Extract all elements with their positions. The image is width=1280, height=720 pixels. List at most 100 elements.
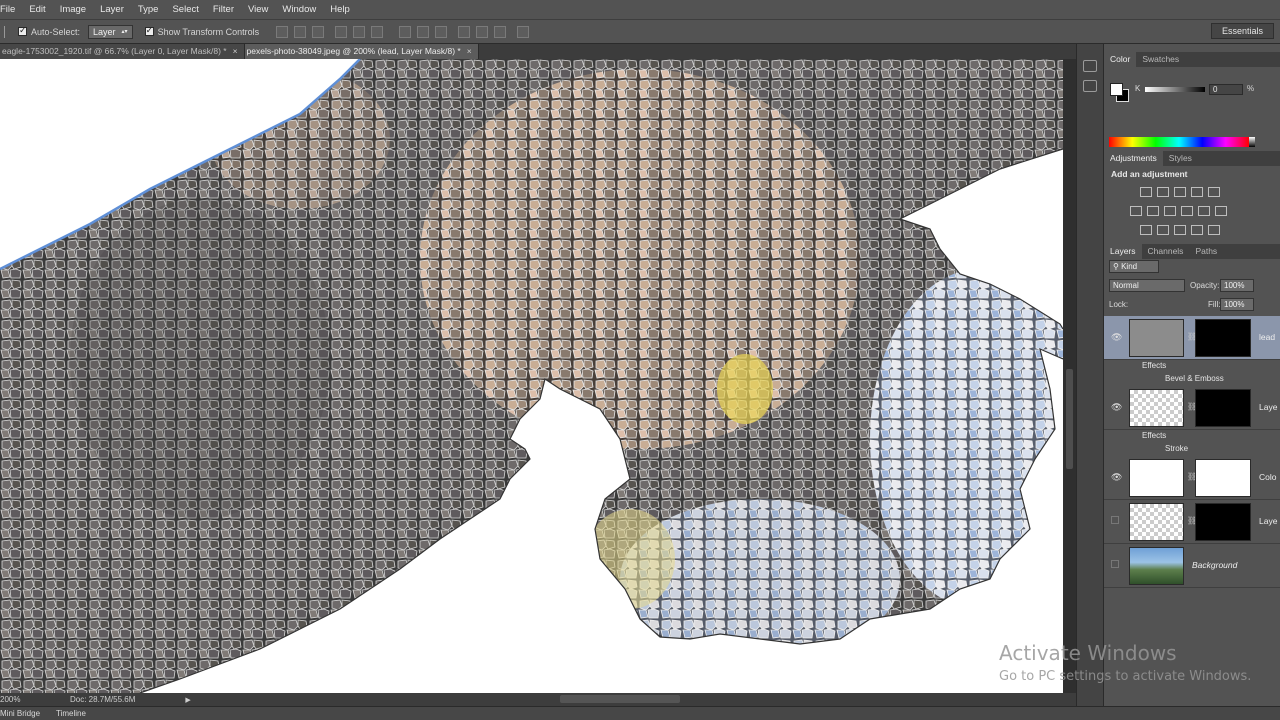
align-top-icon[interactable] [276,25,289,38]
tab-mini-bridge[interactable]: Mini Bridge [0,709,48,718]
align-vcenter-icon[interactable] [294,25,307,38]
menu-view[interactable]: View [241,0,275,19]
layer-mask-thumbnail[interactable] [1195,459,1251,497]
visibility-toggle[interactable] [1111,516,1119,524]
tab-swatches[interactable]: Swatches [1136,52,1185,67]
layer-name[interactable]: Background [1192,560,1237,570]
workspace-switcher[interactable]: Essentials [1210,23,1274,39]
visibility-toggle[interactable] [1111,560,1119,568]
tab-channels[interactable]: Channels [1142,244,1190,259]
distribute-buttons [396,25,532,38]
opacity-field[interactable]: 100% [1220,279,1254,292]
align-right-icon[interactable] [371,25,384,38]
hue-saturation-icon[interactable] [1130,206,1142,216]
eye-icon[interactable]: 👁 [1111,472,1122,482]
tab-timeline[interactable]: Timeline [48,709,94,718]
close-icon[interactable]: × [233,46,238,56]
layer-name[interactable]: Laye [1259,516,1277,526]
tab-adjustments[interactable]: Adjustments [1104,151,1163,166]
layer-row-layer-hidden[interactable]: ⛓ Laye [1104,500,1280,544]
move-tool-icon[interactable] [4,25,12,38]
layer-row-background[interactable]: Background [1104,544,1280,588]
align-bottom-icon[interactable] [312,25,325,38]
layer-mask-thumbnail[interactable] [1195,319,1251,357]
scrollbar-thumb[interactable] [1066,369,1073,469]
show-transform-label: Show Transform Controls [157,26,260,37]
menu-filter[interactable]: Filter [206,0,241,19]
history-icon[interactable] [1083,60,1097,72]
photo-filter-icon[interactable] [1181,206,1193,216]
color-balance-icon[interactable] [1147,206,1159,216]
horizontal-scrollbar-thumb[interactable] [560,695,680,703]
layer-row-color-fill[interactable]: 👁 ⛓ Colo [1104,456,1280,500]
zoom-level[interactable]: 200% [0,695,70,704]
menu-select[interactable]: Select [165,0,205,19]
tab-styles[interactable]: Styles [1163,151,1198,166]
show-transform-checkbox[interactable] [144,25,154,36]
layer-row-lead[interactable]: 👁 ⛓ lead [1104,316,1280,360]
align-buttons [273,25,386,38]
layer-row-layer[interactable]: 👁 ⛓ Laye [1104,386,1280,430]
properties-icon[interactable] [1083,80,1097,92]
gradient-map-icon[interactable] [1208,225,1220,235]
distribute-bottom-icon[interactable] [435,25,448,38]
layer-name[interactable]: Colo [1259,472,1276,482]
status-menu-arrow-icon[interactable]: ▶ [185,696,190,704]
vibrance-icon[interactable] [1208,187,1220,197]
invert-icon[interactable] [1140,225,1152,235]
exposure-icon[interactable] [1191,187,1203,197]
k-value-field[interactable]: 0 [1209,84,1243,95]
layer-name[interactable]: lead [1259,332,1275,342]
fill-field[interactable]: 100% [1220,298,1254,311]
blend-mode-dropdown[interactable]: Normal [1109,279,1185,292]
auto-align-icon[interactable] [517,25,530,38]
k-slider[interactable] [1145,87,1205,92]
color-lookup-icon[interactable] [1215,206,1227,216]
eye-icon[interactable]: 👁 [1111,402,1122,412]
filter-kind-label: Kind [1121,262,1138,271]
foreground-color-swatch[interactable] [1110,83,1123,96]
layer-name[interactable]: Laye [1259,402,1277,412]
brightness-icon[interactable] [1140,187,1152,197]
distribute-vcenter-icon[interactable] [417,25,430,38]
close-icon[interactable]: × [467,46,472,56]
channel-mixer-icon[interactable] [1198,206,1210,216]
menu-layer[interactable]: Layer [93,0,131,19]
document-canvas[interactable] [0,59,1063,693]
menu-edit[interactable]: Edit [22,0,52,19]
menu-bar: File Edit Image Layer Type Select Filter… [0,0,1280,19]
tab-layers[interactable]: Layers [1104,244,1142,259]
levels-icon[interactable] [1157,187,1169,197]
effects-row[interactable]: Effects [1104,431,1280,444]
black-white-icon[interactable] [1164,206,1176,216]
menu-window[interactable]: Window [275,0,323,19]
align-left-icon[interactable] [335,25,348,38]
eye-icon[interactable]: 👁 [1111,332,1122,342]
menu-image[interactable]: Image [53,0,93,19]
distribute-left-icon[interactable] [458,25,471,38]
tab-color[interactable]: Color [1104,52,1137,67]
tab-paths[interactable]: Paths [1189,244,1223,259]
distribute-hcenter-icon[interactable] [476,25,489,38]
layer-mask-thumbnail[interactable] [1195,389,1251,427]
tab-eagle-document[interactable]: eagle-1753002_1920.tif @ 66.7% (Layer 0,… [0,44,245,59]
menu-type[interactable]: Type [131,0,166,19]
menu-file[interactable]: File [0,0,22,19]
tab-pexels-document[interactable]: pexels-photo-38049.jpeg @ 200% (lead, La… [244,44,479,59]
vertical-scrollbar[interactable] [1063,59,1076,693]
menu-help[interactable]: Help [323,0,357,19]
effects-row[interactable]: Effects [1104,361,1280,374]
auto-select-dropdown[interactable]: Layer ▴▾ [88,24,133,39]
distribute-right-icon[interactable] [494,25,507,38]
align-hcenter-icon[interactable] [353,25,366,38]
curves-icon[interactable] [1174,187,1186,197]
auto-select-checkbox[interactable] [18,25,27,36]
posterize-icon[interactable] [1157,225,1169,235]
layer-filter-dropdown[interactable]: ⚲ Kind [1109,260,1159,273]
threshold-icon[interactable] [1174,225,1186,235]
selective-color-icon[interactable] [1191,225,1203,235]
color-spectrum-ramp[interactable] [1109,137,1255,147]
layer-mask-thumbnail[interactable] [1195,503,1251,541]
document-size: Doc: 28.7M/55.6M [70,695,136,704]
distribute-top-icon[interactable] [399,25,412,38]
